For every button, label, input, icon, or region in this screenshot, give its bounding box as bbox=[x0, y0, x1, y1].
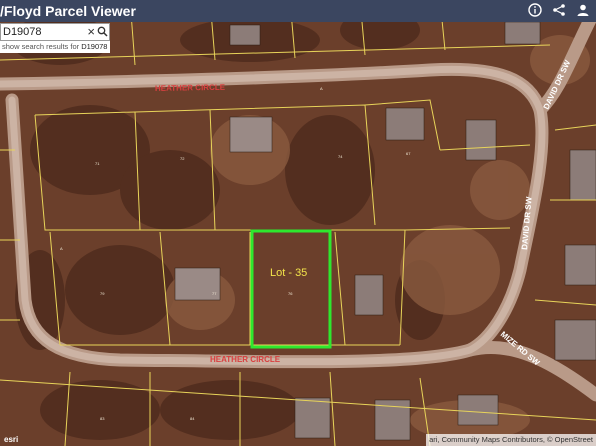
header-toolbar bbox=[528, 3, 590, 17]
svg-text:76: 76 bbox=[288, 291, 293, 296]
svg-text:79: 79 bbox=[100, 291, 105, 296]
house bbox=[569, 149, 596, 201]
parcel-search-input[interactable]: D19078 × bbox=[0, 23, 110, 41]
svg-text:83: 83 bbox=[100, 416, 105, 421]
svg-text:84: 84 bbox=[190, 416, 195, 421]
highlighted-lot-label: Lot - 35 bbox=[270, 267, 307, 279]
street-label-heather-bottom: HEATHER CIRCLE bbox=[210, 355, 281, 364]
app-header: /Floyd Parcel Viewer bbox=[0, 0, 596, 22]
search-suggestion-prefix: show search results for bbox=[2, 42, 82, 51]
house bbox=[465, 119, 497, 161]
search-suggestion-term: D19078 bbox=[81, 42, 108, 51]
parcel-map[interactable]: 71 72 74 79 77 76 67 84 83 A A HEATHER C… bbox=[0, 0, 596, 446]
house bbox=[229, 24, 261, 46]
map-attribution: ari, Community Maps Contributors, © Open… bbox=[426, 434, 596, 446]
house bbox=[504, 21, 541, 45]
street-label-heather-top: HEATHER CIRCLE bbox=[155, 83, 226, 93]
svg-text:67: 67 bbox=[406, 151, 411, 156]
svg-text:A: A bbox=[60, 246, 63, 251]
house bbox=[385, 107, 425, 141]
search-icon[interactable] bbox=[97, 26, 108, 40]
aerial-imagery bbox=[0, 0, 596, 446]
share-icon[interactable] bbox=[552, 3, 566, 17]
svg-text:72: 72 bbox=[180, 156, 185, 161]
search-input-value: D19078 bbox=[3, 26, 42, 38]
svg-text:71: 71 bbox=[95, 161, 100, 166]
info-icon[interactable] bbox=[528, 3, 542, 17]
svg-text:74: 74 bbox=[338, 154, 343, 159]
house bbox=[294, 397, 331, 439]
svg-text:77: 77 bbox=[212, 291, 217, 296]
house bbox=[457, 394, 499, 426]
esri-logo: esri bbox=[4, 435, 19, 444]
clear-search-icon[interactable]: × bbox=[87, 24, 95, 39]
house bbox=[554, 319, 596, 361]
search-suggestion[interactable]: show search results for D19078 bbox=[0, 41, 110, 53]
house bbox=[564, 244, 596, 286]
user-icon[interactable] bbox=[576, 3, 590, 17]
svg-text:A: A bbox=[320, 86, 323, 91]
house bbox=[229, 116, 273, 153]
house bbox=[354, 274, 384, 316]
app-title: /Floyd Parcel Viewer bbox=[0, 3, 136, 19]
